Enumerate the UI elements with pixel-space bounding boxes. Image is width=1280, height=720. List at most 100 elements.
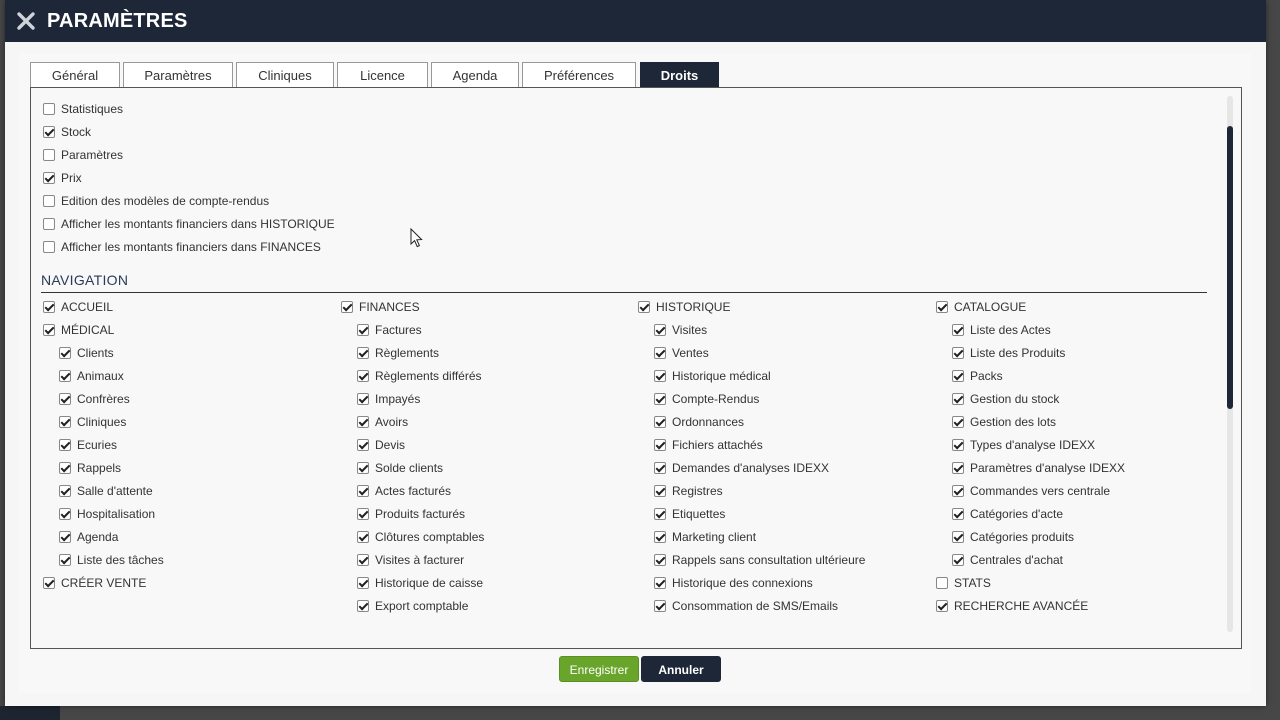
navigation-item[interactable]: Clients [59, 344, 114, 362]
cancel-button[interactable]: Annuler [641, 656, 721, 682]
navigation-item[interactable]: Types d'analyse IDEXX [952, 436, 1095, 454]
navigation-item[interactable]: STATS [936, 574, 991, 592]
checkbox-checked[interactable] [936, 300, 948, 313]
checkbox-checked[interactable] [952, 346, 964, 359]
checkbox-checked[interactable] [952, 461, 964, 474]
checkbox-checked[interactable] [952, 392, 964, 405]
navigation-item[interactable]: Liste des Produits [952, 344, 1065, 362]
navigation-item[interactable]: Avoirs [357, 413, 408, 431]
checkbox-unchecked[interactable] [43, 148, 55, 161]
checkbox-checked[interactable] [952, 507, 964, 520]
navigation-item[interactable]: Gestion des lots [952, 413, 1056, 431]
checkbox-checked[interactable] [952, 438, 964, 451]
checkbox-checked[interactable] [357, 576, 369, 589]
checkbox-checked[interactable] [43, 300, 55, 313]
navigation-item[interactable]: Visites [654, 321, 707, 339]
navigation-item[interactable]: RECHERCHE AVANCÉE [936, 597, 1088, 615]
navigation-item[interactable]: Compte-Rendus [654, 390, 759, 408]
navigation-item[interactable]: FINANCES [341, 298, 420, 316]
checkbox-checked[interactable] [952, 323, 964, 336]
checkbox-checked[interactable] [357, 507, 369, 520]
checkbox-checked[interactable] [654, 599, 666, 612]
checkbox-checked[interactable] [43, 576, 55, 589]
right-item[interactable]: Statistiques [43, 100, 123, 118]
navigation-item[interactable]: Registres [654, 482, 723, 500]
checkbox-checked[interactable] [654, 392, 666, 405]
checkbox-checked[interactable] [654, 576, 666, 589]
checkbox-checked[interactable] [654, 323, 666, 336]
navigation-item[interactable]: Produits facturés [357, 505, 465, 523]
checkbox-checked[interactable] [952, 415, 964, 428]
navigation-item[interactable]: Ordonnances [654, 413, 744, 431]
navigation-item[interactable]: Catégories produits [952, 528, 1074, 546]
navigation-item[interactable]: Ecuries [59, 436, 117, 454]
navigation-item[interactable]: Historique de caisse [357, 574, 483, 592]
navigation-item[interactable]: Clôtures comptables [357, 528, 484, 546]
navigation-item[interactable]: Liste des Actes [952, 321, 1051, 339]
navigation-item[interactable]: Gestion du stock [952, 390, 1059, 408]
checkbox-checked[interactable] [59, 553, 71, 566]
right-item[interactable]: Edition des modèles de compte-rendus [43, 192, 269, 210]
right-item[interactable]: Afficher les montants financiers dans HI… [43, 215, 335, 233]
navigation-item[interactable]: ACCUEIL [43, 298, 113, 316]
checkbox-checked[interactable] [59, 484, 71, 497]
tab-parametres[interactable]: Paramètres [123, 62, 233, 87]
checkbox-checked[interactable] [357, 415, 369, 428]
checkbox-checked[interactable] [59, 438, 71, 451]
navigation-item[interactable]: Actes facturés [357, 482, 451, 500]
checkbox-checked[interactable] [654, 346, 666, 359]
navigation-item[interactable]: Centrales d'achat [952, 551, 1063, 569]
checkbox-checked[interactable] [357, 346, 369, 359]
navigation-item[interactable]: Demandes d'analyses IDEXX [654, 459, 829, 477]
navigation-item[interactable]: Hospitalisation [59, 505, 155, 523]
checkbox-checked[interactable] [654, 415, 666, 428]
tab-agenda[interactable]: Agenda [431, 62, 519, 87]
checkbox-unchecked[interactable] [936, 576, 948, 589]
navigation-item[interactable]: Liste des tâches [59, 551, 164, 569]
navigation-item[interactable]: CRÉER VENTE [43, 574, 146, 592]
checkbox-checked[interactable] [59, 415, 71, 428]
navigation-item[interactable]: Etiquettes [654, 505, 725, 523]
navigation-item[interactable]: MÉDICAL [43, 321, 114, 339]
checkbox-checked[interactable] [43, 171, 55, 184]
checkbox-checked[interactable] [654, 530, 666, 543]
checkbox-unchecked[interactable] [43, 240, 55, 253]
navigation-item[interactable]: Packs [952, 367, 1003, 385]
navigation-item[interactable]: CATALOGUE [936, 298, 1026, 316]
navigation-item[interactable]: Ventes [654, 344, 709, 362]
checkbox-checked[interactable] [654, 461, 666, 474]
navigation-item[interactable]: Paramètres d'analyse IDEXX [952, 459, 1125, 477]
checkbox-checked[interactable] [357, 461, 369, 474]
checkbox-checked[interactable] [43, 323, 55, 336]
navigation-item[interactable]: Solde clients [357, 459, 443, 477]
save-button[interactable]: Enregistrer [559, 656, 639, 682]
close-icon[interactable] [15, 10, 37, 32]
checkbox-checked[interactable] [654, 553, 666, 566]
tab-cliniques[interactable]: Cliniques [236, 62, 334, 87]
navigation-item[interactable]: Catégories d'acte [952, 505, 1063, 523]
navigation-item[interactable]: Historique des connexions [654, 574, 813, 592]
scrollbar-thumb[interactable] [1227, 126, 1233, 409]
checkbox-checked[interactable] [59, 346, 71, 359]
checkbox-checked[interactable] [357, 438, 369, 451]
checkbox-checked[interactable] [654, 369, 666, 382]
navigation-item[interactable]: Rappels [59, 459, 121, 477]
checkbox-checked[interactable] [59, 461, 71, 474]
tab-general[interactable]: Général [30, 62, 120, 87]
navigation-item[interactable]: Visites à facturer [357, 551, 464, 569]
navigation-item[interactable]: HISTORIQUE [638, 298, 730, 316]
navigation-item[interactable]: Impayés [357, 390, 420, 408]
right-item[interactable]: Afficher les montants financiers dans FI… [43, 238, 321, 256]
checkbox-checked[interactable] [43, 125, 55, 138]
right-item[interactable]: Stock [43, 123, 91, 141]
tab-licence[interactable]: Licence [337, 62, 428, 87]
checkbox-checked[interactable] [357, 553, 369, 566]
checkbox-checked[interactable] [357, 530, 369, 543]
checkbox-checked[interactable] [357, 323, 369, 336]
tab-droits[interactable]: Droits [640, 62, 719, 87]
checkbox-checked[interactable] [357, 484, 369, 497]
navigation-item[interactable]: Rappels sans consultation ultérieure [654, 551, 865, 569]
checkbox-checked[interactable] [59, 530, 71, 543]
navigation-item[interactable]: Commandes vers centrale [952, 482, 1110, 500]
checkbox-checked[interactable] [357, 392, 369, 405]
